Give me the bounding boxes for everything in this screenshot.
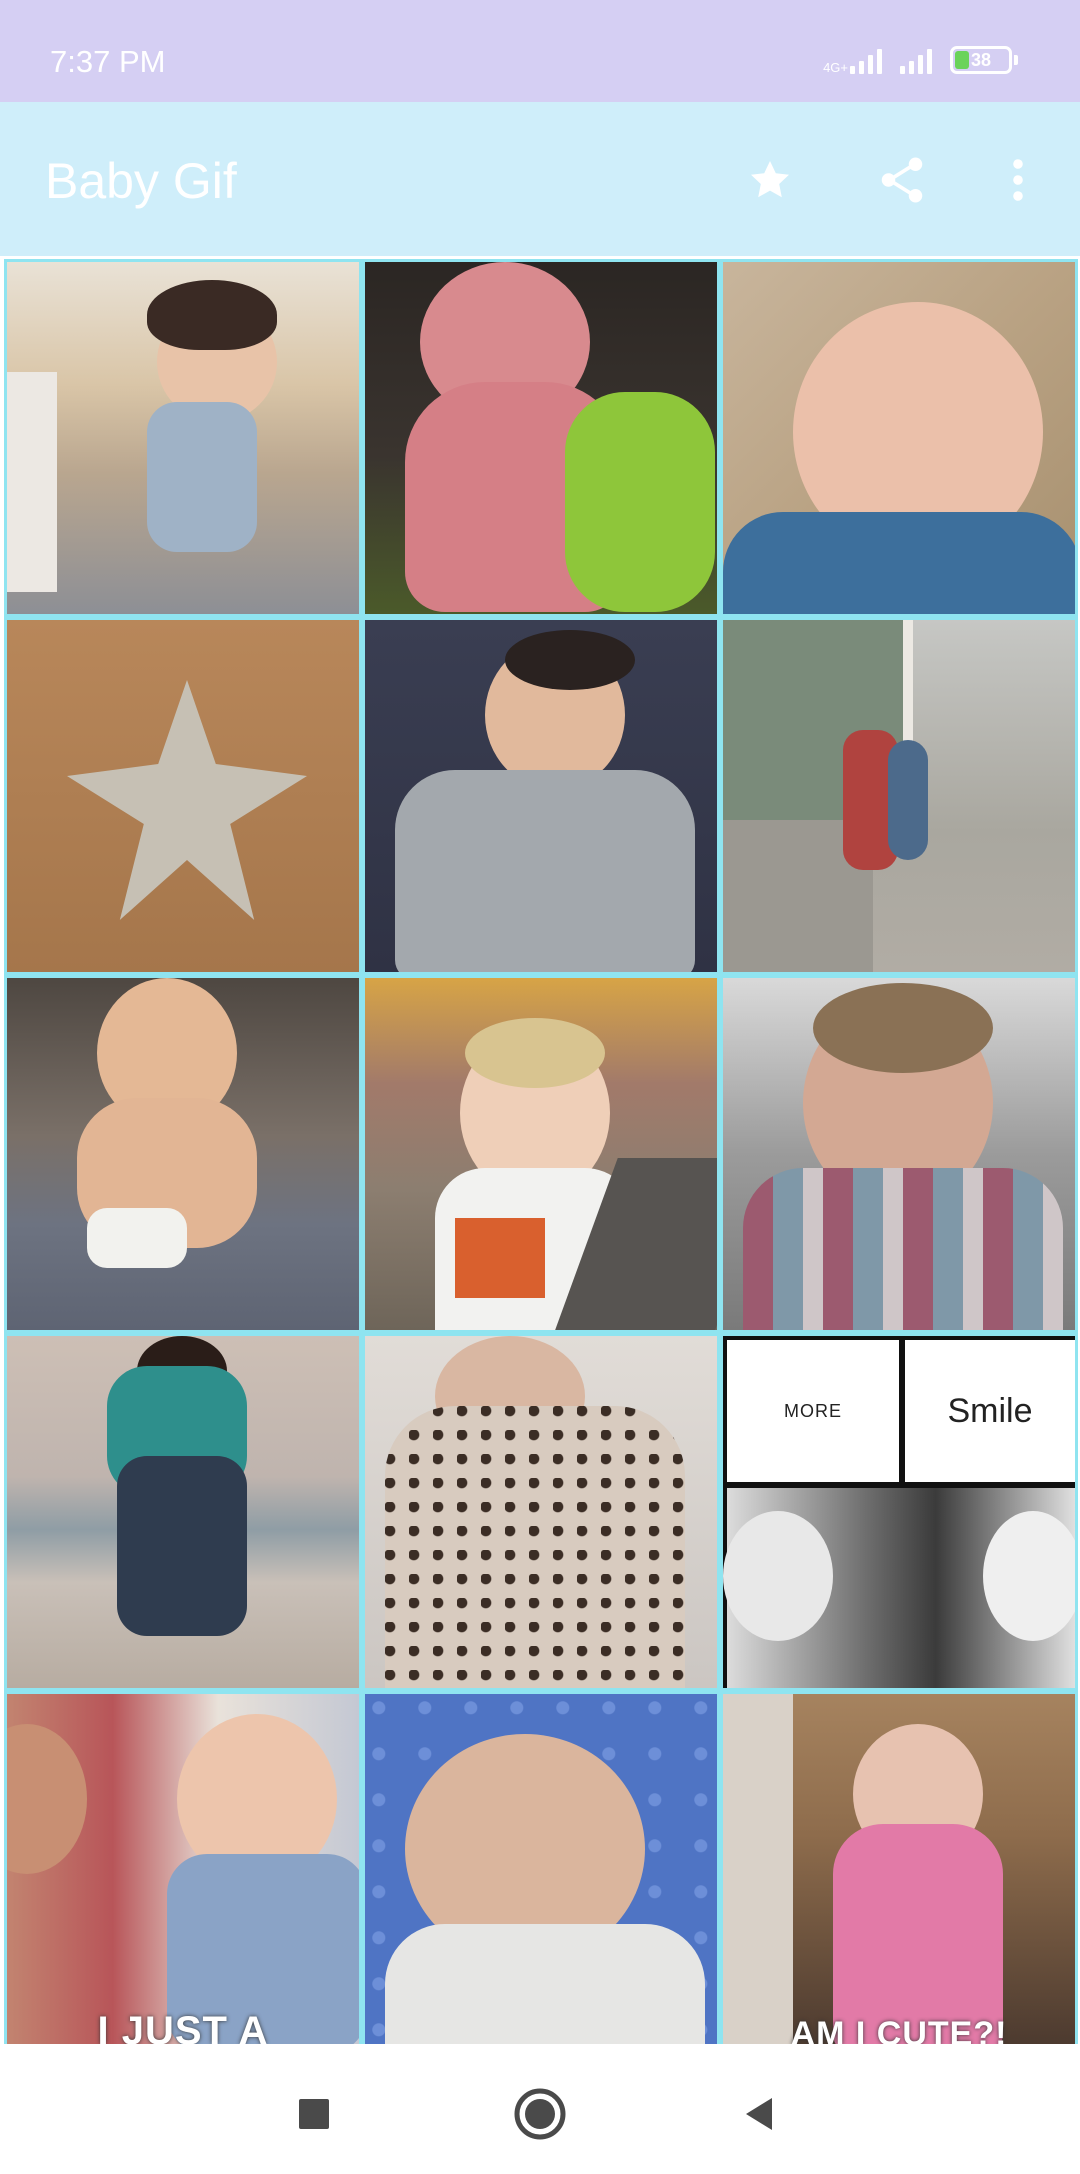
gif-thumbnail[interactable]	[362, 259, 720, 617]
cell-signal-icon	[900, 46, 932, 74]
gif-thumbnail[interactable]	[362, 1691, 720, 2044]
system-nav-bar	[0, 2044, 1080, 2174]
gif-thumbnail[interactable]	[4, 975, 362, 1333]
overflow-menu-button[interactable]	[988, 150, 1048, 210]
share-icon	[881, 157, 923, 203]
status-bar: 7:37 PM 4G+ 38	[0, 0, 1080, 102]
gif-thumbnail[interactable]: AM I CUTE?!	[720, 1691, 1078, 2044]
battery-level: 38	[970, 49, 992, 70]
gif-thumbnail[interactable]: I JUST A	[4, 1691, 362, 2044]
status-indicators: 4G+ 38	[823, 46, 1018, 74]
thumbnail-caption: AM I CUTE?!	[790, 2015, 1008, 2044]
share-button[interactable]	[872, 150, 932, 210]
network-type-label: 4G+	[823, 60, 848, 75]
square-recents-icon	[299, 2099, 329, 2129]
triangle-back-icon	[746, 2098, 772, 2130]
circle-home-icon	[514, 2088, 566, 2140]
gif-thumbnail[interactable]	[4, 259, 362, 617]
gif-thumbnail[interactable]	[362, 617, 720, 975]
battery-icon: 38	[950, 46, 1012, 74]
app-bar: Baby Gif	[0, 102, 1080, 256]
thumbnail-logo-right: Smile	[947, 1391, 1033, 1430]
home-button[interactable]	[510, 2084, 570, 2144]
star-icon	[751, 161, 789, 198]
cell-signal-4g-icon: 4G+	[823, 46, 882, 74]
gif-thumbnail[interactable]	[720, 617, 1078, 975]
more-vert-icon	[1013, 159, 1023, 201]
app-title: Baby Gif	[45, 153, 237, 209]
battery-tip	[1014, 55, 1018, 65]
thumbnail-caption: I JUST A	[97, 2009, 269, 2044]
back-button[interactable]	[730, 2084, 790, 2144]
favorite-button[interactable]	[740, 150, 800, 210]
gif-thumbnail[interactable]	[362, 975, 720, 1333]
thumbnail-logo-left: MORE	[784, 1400, 842, 1421]
gif-thumbnail[interactable]	[362, 1333, 720, 1691]
gif-thumbnail[interactable]	[4, 1333, 362, 1691]
status-time: 7:37 PM	[50, 44, 166, 79]
gif-grid: MORE Smile I JUST A AM I CUTE?!	[0, 256, 1080, 2044]
gif-thumbnail[interactable]	[4, 617, 362, 975]
recents-button[interactable]	[284, 2084, 344, 2144]
gif-thumbnail[interactable]	[720, 975, 1078, 1333]
gif-thumbnail[interactable]	[720, 259, 1078, 617]
gif-thumbnail[interactable]: MORE Smile	[720, 1333, 1078, 1691]
